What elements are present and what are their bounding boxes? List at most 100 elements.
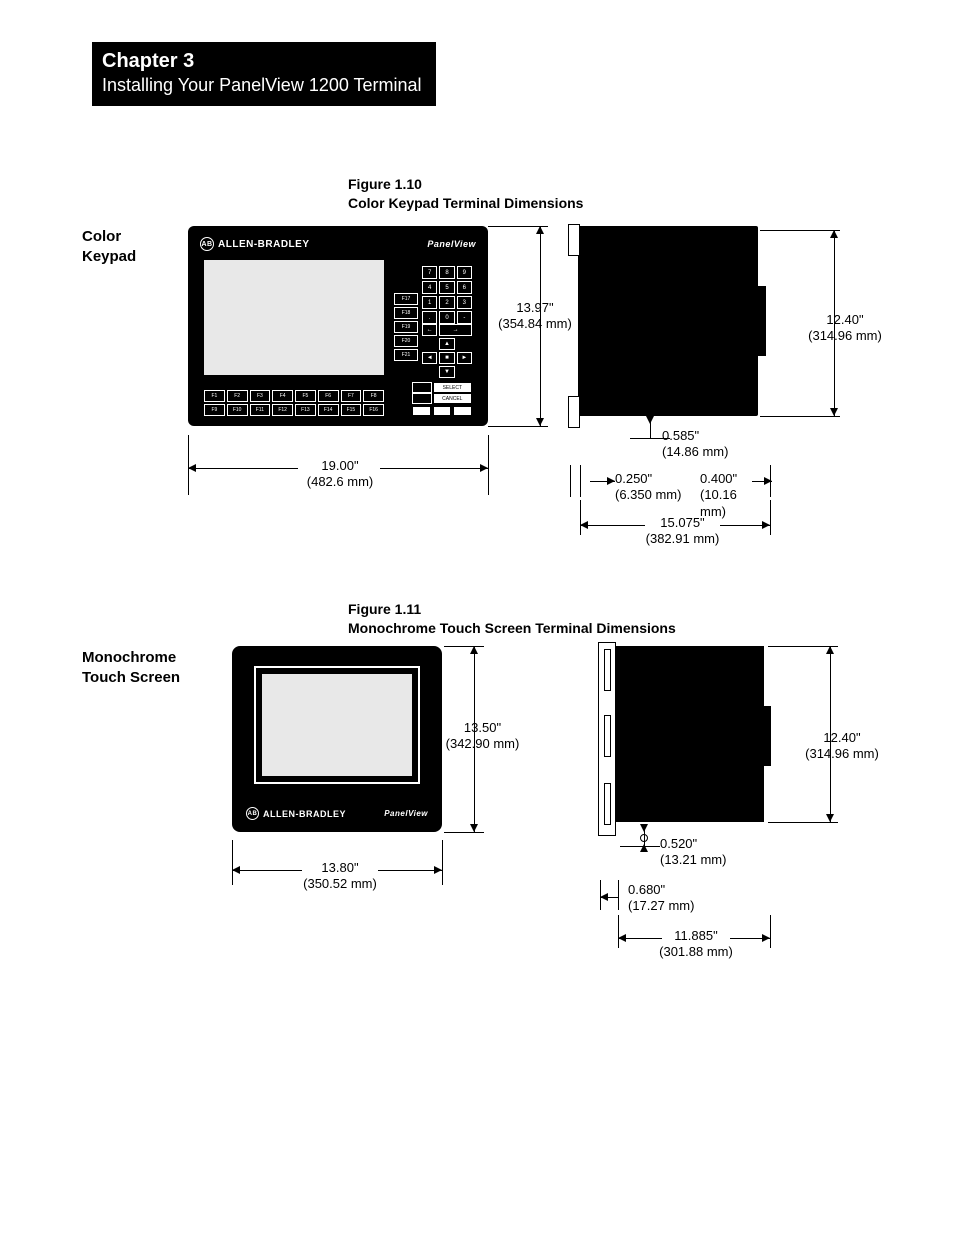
dim-tick [770,500,771,535]
arrow-left-icon [232,866,240,874]
arrow-left-icon [618,934,626,942]
function-keys: F1 F2 F3 F4 F5 F6 F7 F8 F9 F10 F11 F12 F… [204,390,384,416]
chapter-number: Chapter 3 [102,50,422,73]
arrow-down-icon [640,824,648,832]
chapter-subtitle: Installing Your PanelView 1200 Terminal [102,75,422,96]
dim-short-tick [620,846,660,847]
spare-key-1[interactable] [412,406,431,416]
arrow-up-icon [830,230,838,238]
arrow-down-icon [470,824,478,832]
key-3[interactable]: 3 [457,296,472,309]
key-dot[interactable]: . [422,311,437,324]
key-left-arrow[interactable]: ← [422,324,437,336]
key-f9[interactable]: F9 [204,404,225,416]
arrow-down-icon [536,418,544,426]
key-blank[interactable] [412,382,432,393]
key-select[interactable]: SELECT [433,382,472,393]
color-keypad-side [578,226,758,416]
key-f12[interactable]: F12 [272,404,293,416]
key-cancel[interactable]: CANCEL [433,393,472,404]
key-f19[interactable]: F19 [394,321,418,333]
key-f14[interactable]: F14 [318,404,339,416]
dim-tick [232,840,233,885]
dim-tick [760,416,840,417]
key-2[interactable]: 2 [439,296,454,309]
figure-1-10-title: Color Keypad Terminal Dimensions [348,194,583,213]
touch-screen-sidelabel: Monochrome Touch Screen [82,648,180,689]
key-f3[interactable]: F3 [250,390,271,402]
arrow-right-icon [434,866,442,874]
dim-tick [580,465,581,497]
key-minus[interactable]: - [457,311,472,324]
ab-logo: AB ALLEN-BRADLEY [200,237,310,251]
key-f16[interactable]: F16 [363,404,384,416]
arrow-down-icon [830,408,838,416]
key-f4[interactable]: F4 [272,390,293,402]
dim-front-height-111: 13.50" (342.90 mm) [440,720,525,753]
key-f6[interactable]: F6 [318,390,339,402]
key-up-arrow[interactable]: ▲ [439,338,454,350]
chapter-header: Chapter 3 Installing Your PanelView 1200… [92,42,436,106]
key-8[interactable]: 8 [439,266,454,279]
key-5[interactable]: 5 [439,281,454,294]
key-f7[interactable]: F7 [341,390,362,402]
key-f20[interactable]: F20 [394,335,418,347]
key-f10[interactable]: F10 [227,404,248,416]
key-f11[interactable]: F11 [250,404,271,416]
spare-key-3[interactable] [453,406,472,416]
dim-250: 0.250" (6.350 mm) [615,471,687,504]
dim-front-height: 13.97" (354.84 mm) [495,300,575,333]
bracket-slot [604,649,611,691]
arrow-up-icon [826,646,834,654]
key-tri-right[interactable]: ► [457,352,472,364]
key-f21[interactable]: F21 [394,349,418,361]
key-7[interactable]: 7 [422,266,437,279]
dim-585: 0.585" (14.86 mm) [662,428,742,461]
dim-400: 0.400" (10.16 mm) [700,471,760,520]
arrow-right-icon [607,477,615,485]
dim-680: 0.680" (17.27 mm) [628,882,708,915]
dim-tick [768,822,838,823]
dim-front-width-111: 13.80" (350.52 mm) [300,860,380,893]
dim-line [378,870,442,871]
key-f8[interactable]: F8 [363,390,384,402]
spare-keys [412,406,472,416]
rear-connector [758,286,766,356]
dim-line [232,870,302,871]
dim-tick [618,880,619,910]
key-down-arrow[interactable]: ▼ [439,366,454,378]
key-tri-left[interactable]: ◄ [422,352,437,364]
key-f5[interactable]: F5 [295,390,316,402]
key-right-arrow[interactable]: → [439,324,472,336]
figure-1-11-number: Figure 1.11 [348,600,676,619]
key-9[interactable]: 9 [457,266,472,279]
key-f2[interactable]: F2 [227,390,248,402]
bracket-slot [604,715,611,757]
key-f17[interactable]: F17 [394,293,418,305]
dim-tick [570,465,571,497]
numeric-keypad: 7 8 9 4 5 6 1 2 3 . 0 - [422,266,472,324]
dim-tick [444,646,484,647]
key-1[interactable]: 1 [422,296,437,309]
spare-key-2[interactable] [433,406,452,416]
figure-1-10-caption: Figure 1.10 Color Keypad Terminal Dimens… [348,175,583,213]
brand-bar: AB ALLEN-BRADLEY PanelView [200,234,476,254]
figure-1-11-title: Monochrome Touch Screen Terminal Dimensi… [348,619,676,638]
color-keypad-sidelabel: Color Keypad [82,227,136,268]
bracket-slot [604,783,611,825]
key-tri-center[interactable]: ■ [439,352,454,364]
key-f15[interactable]: F15 [341,404,362,416]
key-blank2[interactable] [412,393,432,404]
key-f1[interactable]: F1 [204,390,225,402]
arrow-up-icon [536,226,544,234]
dim-tick [488,435,489,495]
key-0[interactable]: 0 [439,311,454,324]
key-f13[interactable]: F13 [295,404,316,416]
brand-text: ALLEN-BRADLEY [218,239,310,250]
side-function-keys: F17 F18 F19 F20 F21 [394,293,418,361]
key-f18[interactable]: F18 [394,307,418,319]
arrow-left-icon [188,464,196,472]
key-4[interactable]: 4 [422,281,437,294]
product-text: PanelView [427,239,476,249]
key-6[interactable]: 6 [457,281,472,294]
